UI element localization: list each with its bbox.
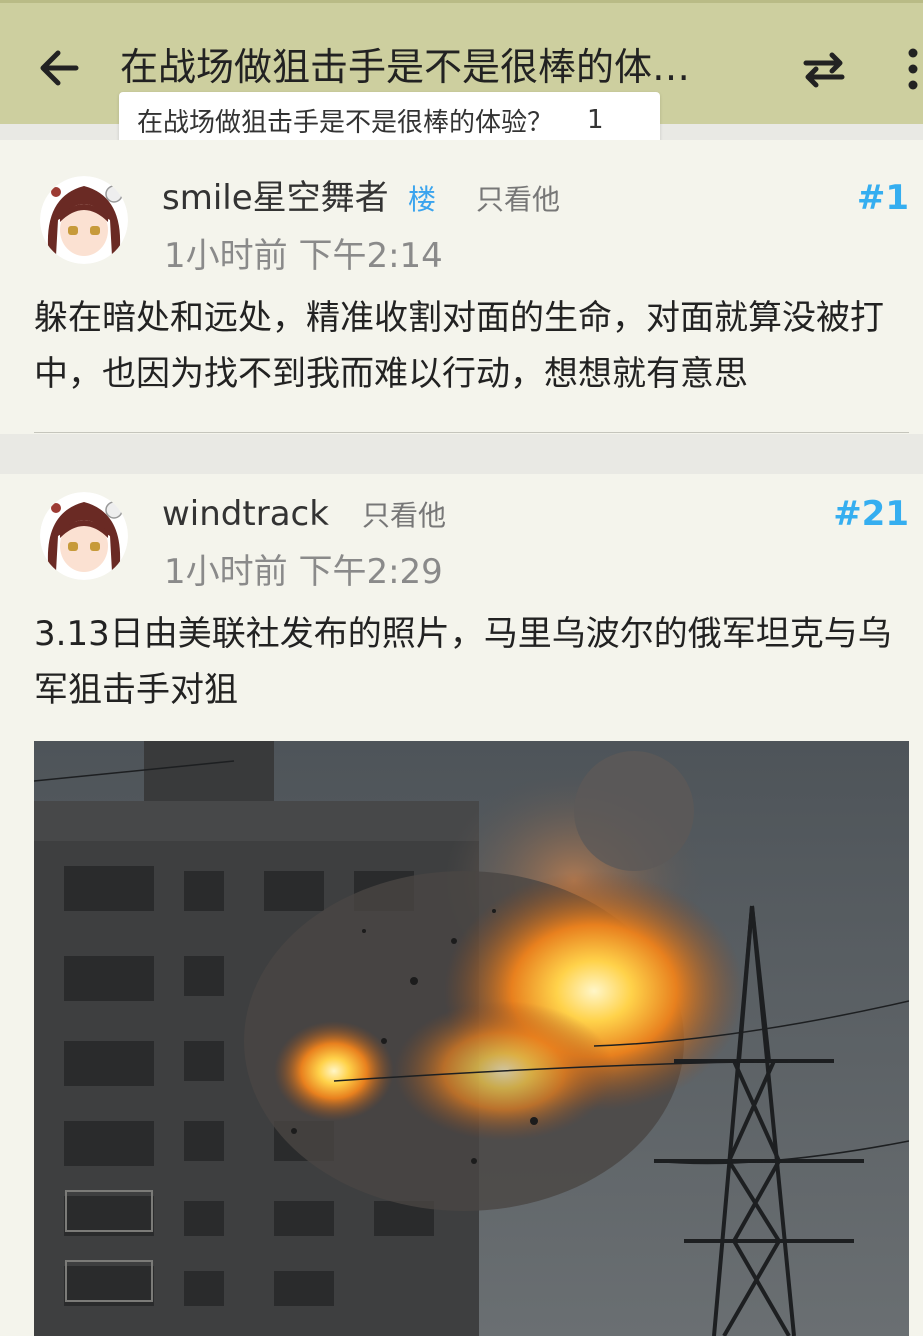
avatar[interactable] [40,176,128,264]
username[interactable]: windtrack [162,492,329,536]
explosion-photo-image [34,741,909,1336]
post-card: smile星空舞者 楼 只看他 #1 1小时前 下午2:14 躲在暗处和远处，精… [0,140,923,434]
floor-number: #21 [833,494,909,534]
page-title: 在战场做狙击手是不是很棒的体… [120,45,691,89]
avatar-girl-icon [40,492,128,580]
post-time: 1小时前 下午2:14 [164,236,443,276]
tooltip-title: 在战场做狙击手是不是很棒的体验？ [137,107,554,138]
swap-arrows-icon [803,52,845,88]
tooltip-count: 1 [587,105,604,135]
only-him-button[interactable]: 只看他 [362,494,446,538]
floor-number: #1 [856,178,909,218]
more-options-button[interactable] [895,43,923,95]
avatar[interactable] [40,492,128,580]
back-button[interactable] [30,39,88,97]
username[interactable]: smile星空舞者 [162,176,389,220]
post-card: windtrack 只看他 #21 1小时前 下午2:29 3.13日由美联社发… [0,474,923,1336]
post-divider [34,432,909,433]
vertical-dots-icon [908,48,918,90]
post-content: 3.13日由美联社发布的照片，马里乌波尔的俄军坦克与乌军狙击手对狙 [34,614,892,710]
only-him-button[interactable]: 只看他 [476,178,560,222]
arrow-left-icon [40,50,79,86]
post-time: 1小时前 下午2:29 [164,552,443,592]
op-badge: 楼 [408,183,437,216]
avatar-girl-icon [40,176,128,264]
post-photo[interactable] [34,741,909,1336]
swap-button[interactable] [798,43,850,95]
post-content: 躲在暗处和远处，精准收割对面的生命，对面就算没被打中，也因为找不到我而难以行动，… [34,298,884,394]
